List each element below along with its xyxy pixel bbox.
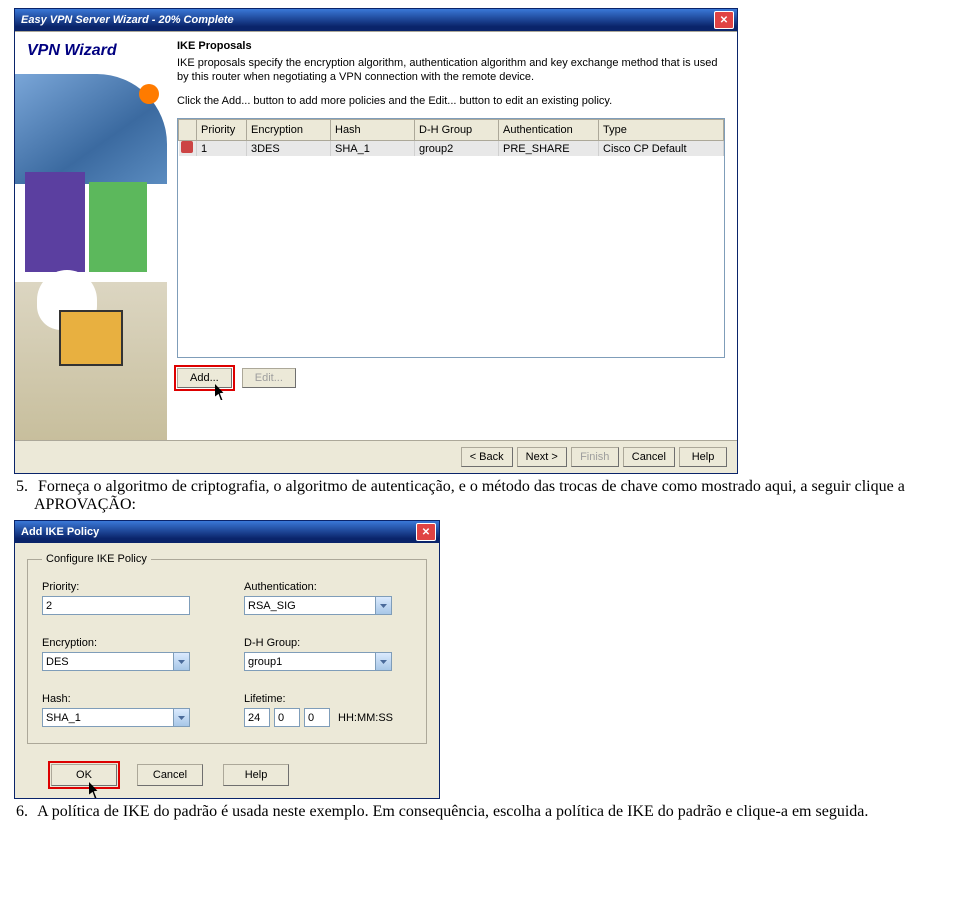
instruction-5: 5. Forneça o algoritmo de criptografia, … bbox=[34, 478, 952, 514]
encryption-label: Encryption: bbox=[42, 637, 210, 649]
wizard-main: IKE Proposals IKE proposals specify the … bbox=[167, 32, 737, 440]
authentication-label: Authentication: bbox=[244, 581, 412, 593]
dh-group-label: D-H Group: bbox=[244, 637, 412, 649]
lifetime-label: Lifetime: bbox=[244, 693, 412, 705]
add-button[interactable]: Add... bbox=[177, 368, 232, 388]
edit-button[interactable]: Edit... bbox=[242, 368, 296, 388]
instruction-5-text: Forneça o algoritmo de criptografia, o a… bbox=[34, 478, 905, 513]
instruction-5-num: 5. bbox=[16, 478, 34, 495]
dialog-titlebar: Add IKE Policy ✕ bbox=[15, 521, 439, 543]
add-ike-policy-dialog: Add IKE Policy ✕ Configure IKE Policy Pr… bbox=[14, 520, 440, 799]
fieldset-legend: Configure IKE Policy bbox=[42, 553, 151, 565]
finish-button[interactable]: Finish bbox=[571, 447, 619, 467]
instruction-6-num: 6. bbox=[16, 803, 34, 820]
authentication-select[interactable]: RSA_SIG bbox=[244, 596, 392, 615]
wizard-footer: < Back Next > Finish Cancel Help bbox=[15, 440, 737, 473]
chevron-down-icon bbox=[375, 597, 391, 614]
table-row[interactable]: 1 3DES SHA_1 group2 PRE_SHARE Cisco CP D… bbox=[179, 141, 724, 157]
help-button[interactable]: Help bbox=[223, 764, 289, 786]
cell-encryption: 3DES bbox=[247, 141, 331, 157]
back-button[interactable]: < Back bbox=[461, 447, 513, 467]
cell-priority: 1 bbox=[197, 141, 247, 157]
lifetime-suffix: HH:MM:SS bbox=[338, 712, 393, 724]
cell-dh: group2 bbox=[415, 141, 499, 157]
ike-proposals-para2: Click the Add... button to add more poli… bbox=[177, 94, 725, 108]
configure-ike-fieldset: Configure IKE Policy Priority: Authentic… bbox=[27, 553, 427, 744]
close-icon[interactable]: ✕ bbox=[416, 523, 436, 541]
cancel-button[interactable]: Cancel bbox=[137, 764, 203, 786]
lock-icon bbox=[179, 141, 197, 157]
col-type: Type bbox=[599, 120, 724, 141]
ike-proposals-para1: IKE proposals specify the encryption alg… bbox=[177, 56, 725, 84]
hash-select[interactable]: SHA_1 bbox=[42, 708, 190, 727]
hash-label: Hash: bbox=[42, 693, 210, 705]
col-icon bbox=[179, 120, 197, 141]
wizard-title: Easy VPN Server Wizard - 20% Complete bbox=[21, 14, 234, 26]
authentication-value: RSA_SIG bbox=[248, 600, 296, 612]
close-icon[interactable]: ✕ bbox=[714, 11, 734, 29]
col-hash: Hash bbox=[331, 120, 415, 141]
instruction-6-text: A política de IKE do padrão é usada nest… bbox=[37, 803, 868, 820]
chevron-down-icon bbox=[173, 709, 189, 726]
table-header-row: Priority Encryption Hash D-H Group Authe… bbox=[179, 120, 724, 141]
wizard-sidebar: VPN Wizard bbox=[15, 32, 167, 440]
lifetime-hours-input[interactable] bbox=[244, 708, 270, 727]
help-button[interactable]: Help bbox=[679, 447, 727, 467]
cancel-button[interactable]: Cancel bbox=[623, 447, 675, 467]
wizard-window: Easy VPN Server Wizard - 20% Complete ✕ … bbox=[14, 8, 738, 474]
priority-label: Priority: bbox=[42, 581, 210, 593]
ike-policy-table[interactable]: Priority Encryption Hash D-H Group Authe… bbox=[177, 118, 725, 358]
cell-type: Cisco CP Default bbox=[599, 141, 724, 157]
col-auth: Authentication bbox=[499, 120, 599, 141]
cell-auth: PRE_SHARE bbox=[499, 141, 599, 157]
chevron-down-icon bbox=[173, 653, 189, 670]
chevron-down-icon bbox=[375, 653, 391, 670]
dh-group-value: group1 bbox=[248, 656, 282, 668]
next-button[interactable]: Next > bbox=[517, 447, 567, 467]
ike-proposals-heading: IKE Proposals bbox=[177, 40, 725, 52]
dh-group-select[interactable]: group1 bbox=[244, 652, 392, 671]
col-dhgroup: D-H Group bbox=[415, 120, 499, 141]
dialog-title: Add IKE Policy bbox=[21, 526, 99, 538]
lifetime-seconds-input[interactable] bbox=[304, 708, 330, 727]
wizard-sidebar-label: VPN Wizard bbox=[27, 42, 117, 60]
ok-button[interactable]: OK bbox=[51, 764, 117, 786]
col-priority: Priority bbox=[197, 120, 247, 141]
cell-hash: SHA_1 bbox=[331, 141, 415, 157]
col-encryption: Encryption bbox=[247, 120, 331, 141]
hash-value: SHA_1 bbox=[46, 712, 81, 724]
priority-input[interactable] bbox=[42, 596, 190, 615]
encryption-select[interactable]: DES bbox=[42, 652, 190, 671]
wizard-titlebar: Easy VPN Server Wizard - 20% Complete ✕ bbox=[15, 9, 737, 31]
instruction-6: 6. A política de IKE do padrão é usada n… bbox=[34, 803, 952, 821]
encryption-value: DES bbox=[46, 656, 69, 668]
lifetime-minutes-input[interactable] bbox=[274, 708, 300, 727]
